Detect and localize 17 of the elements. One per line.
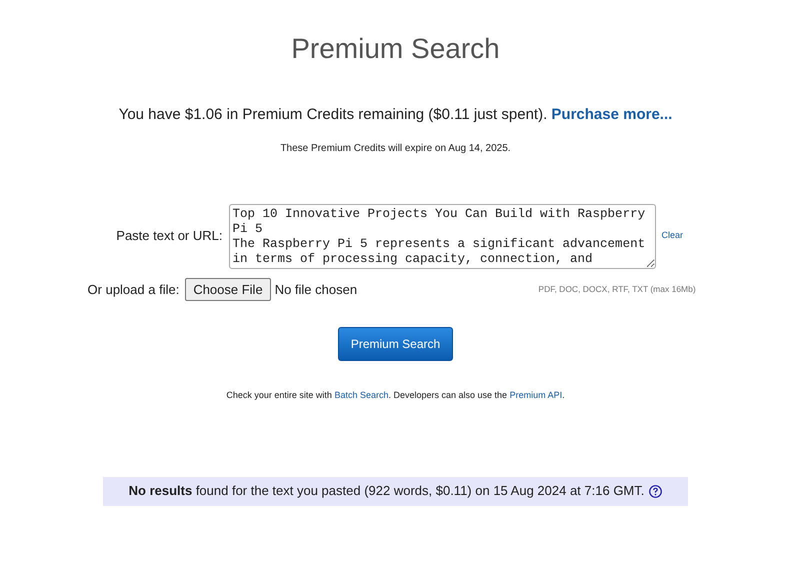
footer-text: Check your entire site with Batch Search. Developers can also use the Premium API. (226, 389, 565, 402)
upload-label: Or upload a file: (86, 280, 180, 299)
file-types-hint: PDF, DOC, DOCX, RTF, TXT (max 16Mb) (537, 282, 697, 296)
batch-search-link[interactable]: Batch Search (334, 390, 388, 400)
choose-file-button[interactable]: Choose File (185, 278, 271, 301)
credits-text: You have $1.06 in Premium Credits remaining ($0.11 just spent). Purchase more... (118, 105, 672, 125)
file-status: No file chosen (274, 280, 358, 298)
page-title: Premium Search (291, 32, 500, 66)
premium-api-link[interactable]: Premium API (510, 390, 562, 400)
expiry-text: These Premium Credits will expire on Aug 14, 2025. (280, 142, 511, 156)
premium-search-button[interactable]: Premium Search (338, 327, 454, 361)
result-text: No results found for the text you pasted (922 words, $0.11) on 15 Aug 2024 at 7:16 GMT. (128, 482, 644, 500)
clear-link[interactable]: Clear (662, 229, 692, 243)
help-icon[interactable] (649, 484, 662, 498)
paste-label: Paste text or URL: (115, 227, 222, 246)
purchase-link[interactable]: Purchase more... (551, 106, 672, 123)
text-input-field[interactable]: Top 10 Innovative Projects You Can Build with Raspberry Pi 5 The Raspberry Pi 5 represents a significant advancement in terms of processing capacity, connection, and (228, 204, 656, 268)
